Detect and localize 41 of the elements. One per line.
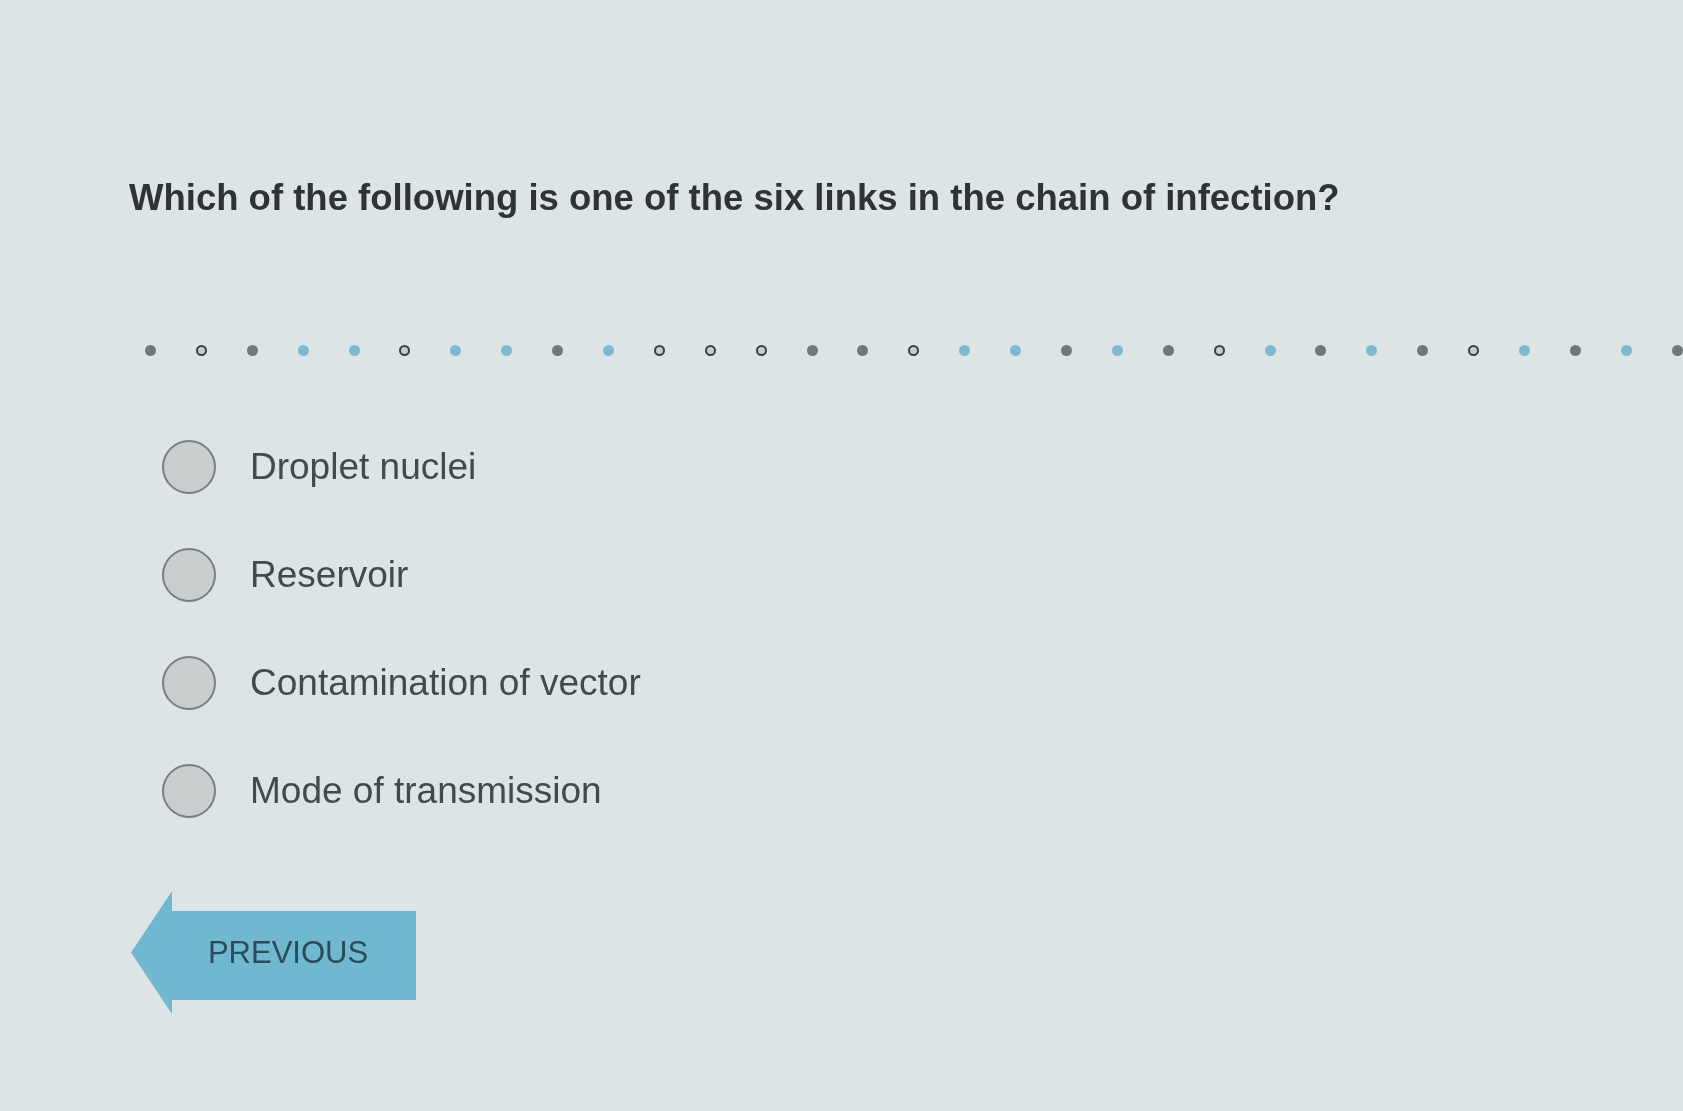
ring-icon bbox=[704, 344, 716, 356]
dot-icon bbox=[1111, 344, 1123, 356]
ring-icon bbox=[195, 344, 207, 356]
question-text: Which of the following is one of the six links in the chain of infection? bbox=[129, 176, 1341, 220]
dot-icon bbox=[450, 344, 462, 356]
ring-icon bbox=[1213, 344, 1225, 356]
dot-icon bbox=[501, 344, 513, 356]
radio-button[interactable] bbox=[162, 548, 216, 602]
dot-icon bbox=[1010, 344, 1022, 356]
dot-icon bbox=[959, 344, 971, 356]
dot-icon bbox=[1671, 344, 1683, 356]
ring-icon bbox=[908, 344, 920, 356]
dot-icon bbox=[297, 344, 309, 356]
dot-icon bbox=[1417, 344, 1429, 356]
dot-icon bbox=[806, 344, 818, 356]
dot-icon bbox=[1366, 344, 1378, 356]
ring-icon bbox=[399, 344, 411, 356]
answer-option-label[interactable]: Mode of transmission bbox=[250, 768, 602, 814]
dot-icon bbox=[1569, 344, 1581, 356]
answer-option-label[interactable]: Droplet nuclei bbox=[250, 444, 477, 490]
dot-icon bbox=[603, 344, 614, 356]
ring-icon bbox=[755, 344, 767, 356]
dot-icon bbox=[552, 344, 564, 356]
dot-icon bbox=[1162, 344, 1174, 356]
dot-icon bbox=[348, 344, 360, 356]
dot-icon bbox=[1315, 344, 1327, 356]
radio-button[interactable] bbox=[162, 440, 216, 494]
dot-icon bbox=[246, 344, 258, 356]
dot-icon bbox=[1519, 344, 1531, 356]
answer-option-label[interactable]: Contamination of vector bbox=[250, 660, 641, 706]
dot-icon bbox=[1264, 344, 1276, 356]
dot-icon bbox=[145, 344, 156, 356]
radio-button[interactable] bbox=[162, 764, 216, 818]
dot-icon bbox=[857, 344, 869, 356]
ring-icon bbox=[1468, 344, 1480, 356]
dot-icon bbox=[1061, 344, 1073, 356]
dot-icon bbox=[1620, 344, 1632, 356]
radio-button[interactable] bbox=[162, 656, 216, 710]
answer-option-label[interactable]: Reservoir bbox=[250, 552, 409, 598]
previous-button[interactable]: PREVIOUS bbox=[131, 891, 416, 1014]
ring-icon bbox=[653, 344, 665, 356]
